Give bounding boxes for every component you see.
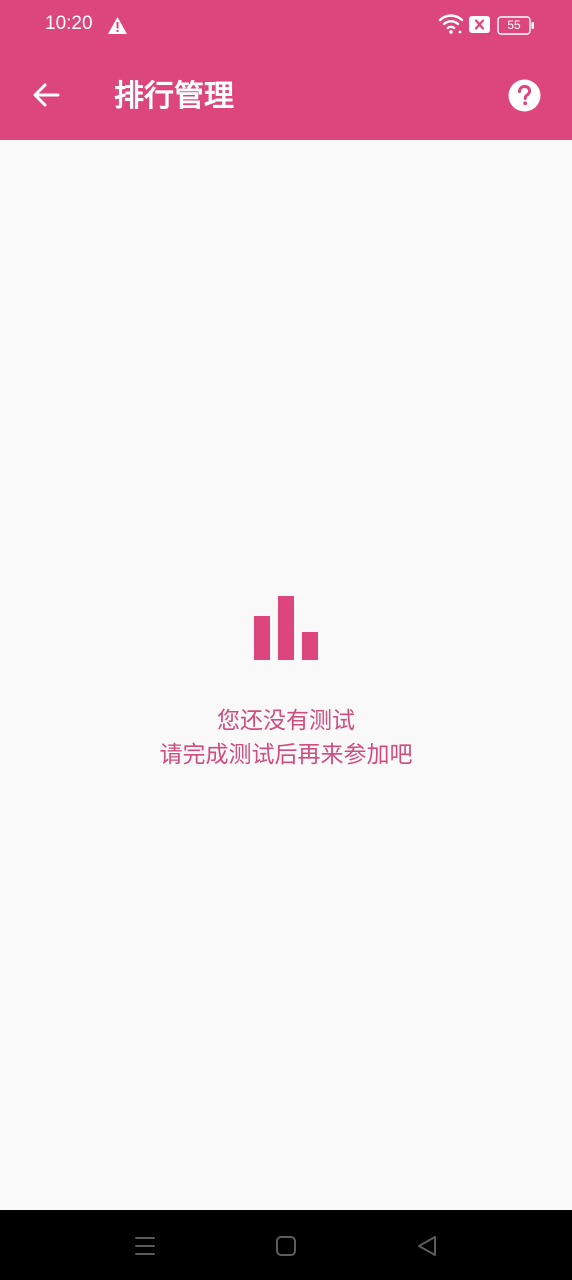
system-nav-bar — [0, 1210, 572, 1280]
page-title: 排行管理 — [114, 79, 234, 114]
content-area: 您还没有测试 请完成测试后再来参加吧 — [0, 140, 572, 1210]
empty-message: 您还没有测试 请完成测试后再来参加吧 — [0, 704, 572, 772]
warning-icon — [108, 17, 127, 34]
bar-chart-icon — [254, 596, 318, 660]
battery-level: 55 — [507, 18, 521, 32]
status-time: 10:20 — [45, 13, 93, 34]
screen: 10:20 55 排行管理 您还没有测试 请完成测试后再来参加吧 — [0, 0, 572, 1280]
back-triangle-icon[interactable] — [413, 1232, 441, 1260]
app-bar: 10:20 55 排行管理 — [0, 0, 572, 140]
empty-message-line-1: 您还没有测试 — [217, 708, 355, 734]
sim-icon — [469, 16, 490, 33]
help-button[interactable] — [503, 74, 545, 116]
empty-message-line-2: 请完成测试后再来参加吧 — [159, 742, 413, 768]
status-bar: 10:20 55 — [0, 0, 572, 50]
menu-icon[interactable] — [131, 1232, 159, 1260]
back-button[interactable] — [24, 72, 68, 118]
wifi-icon — [438, 14, 464, 34]
home-icon[interactable] — [272, 1232, 300, 1260]
help-circle-icon — [508, 79, 540, 111]
empty-state: 您还没有测试 请完成测试后再来参加吧 — [0, 596, 572, 772]
arrow-left-icon — [33, 83, 60, 107]
